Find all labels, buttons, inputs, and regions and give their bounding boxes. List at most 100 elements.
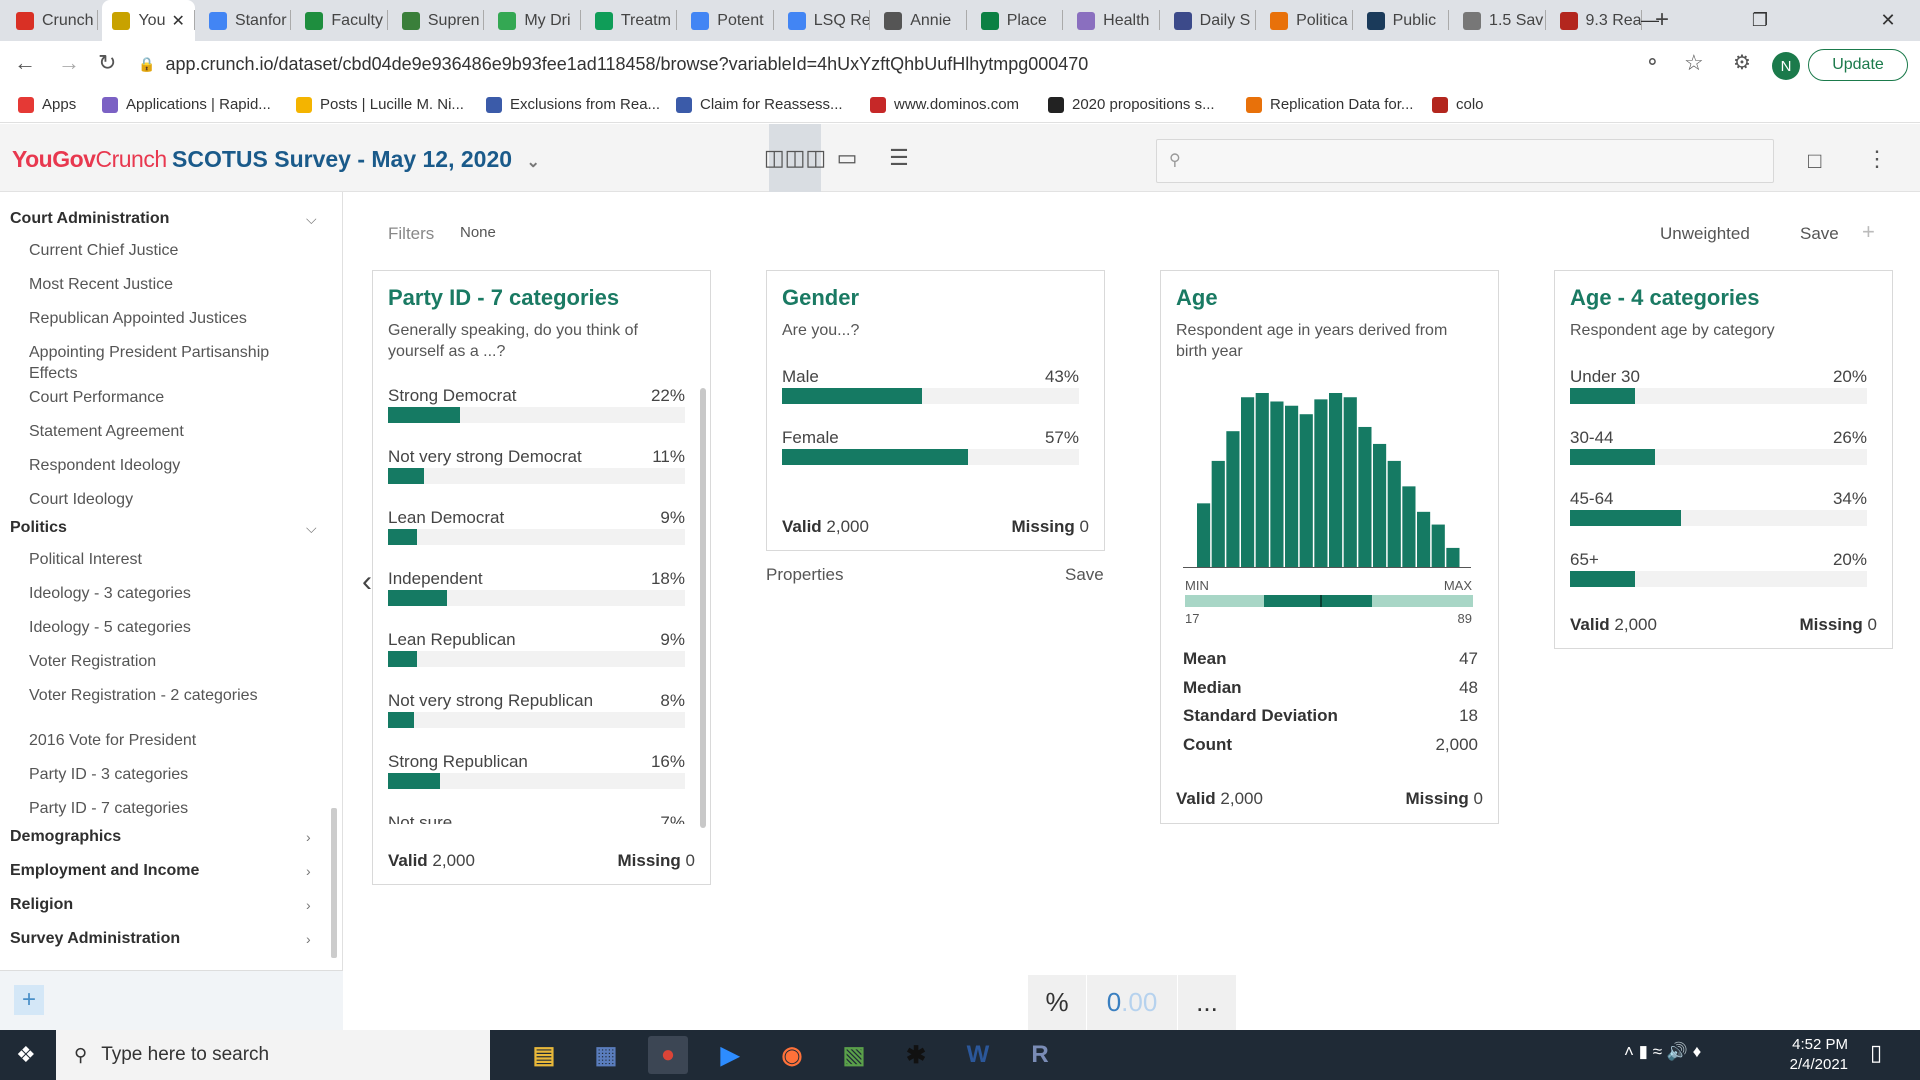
list-view-button[interactable]: ☰ (873, 124, 925, 192)
image-app-icon[interactable]: ▧ (834, 1036, 874, 1074)
filters-label[interactable]: Filters (388, 224, 434, 244)
category-row[interactable]: Female 57% (782, 428, 1079, 468)
single-view-button[interactable]: ▭ (821, 124, 873, 192)
bookmark-item[interactable]: Replication Data for... (1246, 96, 1413, 113)
bookmark-item[interactable]: Posts | Lucille M. Ni... (296, 96, 464, 113)
bookmark-item[interactable]: Apps (18, 96, 76, 113)
sidebar-item[interactable]: Republican Appointed Justices (29, 308, 299, 329)
search-input[interactable]: ⚲ (1156, 139, 1774, 183)
sidebar-item[interactable]: Court Ideology (29, 489, 299, 510)
word-icon[interactable]: W (958, 1036, 998, 1074)
r-app-icon[interactable]: R (1020, 1036, 1060, 1074)
sidebar-item[interactable]: 2016 Vote for President (29, 730, 299, 751)
weight-toggle[interactable]: Unweighted (1660, 224, 1750, 244)
decimals-control[interactable]: 0.00 (1087, 975, 1177, 1030)
chrome-icon[interactable]: ● (648, 1036, 688, 1074)
card-view-button[interactable]: ◫◫◫ (764, 124, 826, 192)
sidebar-group[interactable]: Employment and Income (10, 862, 199, 880)
card-age-4-categories[interactable]: Age - 4 categories Respondent age by cat… (1554, 270, 1893, 649)
bookmark-item[interactable]: www.dominos.com (870, 96, 1019, 113)
bookmark-item[interactable]: Exclusions from Rea... (486, 96, 660, 113)
category-row[interactable]: 30-44 26% (1570, 428, 1867, 468)
percent-toggle[interactable]: % (1028, 975, 1086, 1030)
browser-tab[interactable]: You ✕ (102, 0, 195, 41)
file-explorer-icon[interactable]: ▤ (524, 1036, 564, 1074)
notifications-icon[interactable]: ▯ (1870, 1040, 1882, 1066)
bookmark-item[interactable]: Claim for Reassess... (676, 96, 843, 113)
bookmark-item[interactable]: Applications | Rapid... (102, 96, 271, 113)
sidebar-item[interactable]: Ideology - 5 categories (29, 617, 299, 638)
reload-icon[interactable]: ↻ (98, 50, 116, 76)
card-party-id[interactable]: Party ID - 7 categories Generally speaki… (372, 270, 711, 885)
card-scrollbar[interactable] (700, 388, 706, 828)
sidebar-item[interactable]: Current Chief Justice (29, 240, 299, 261)
card-save-link[interactable]: Save (1065, 565, 1104, 585)
tab-close-icon[interactable]: ✕ (172, 11, 185, 31)
back-icon[interactable]: ← (14, 50, 36, 76)
category-row[interactable]: Not very strong Republican 8% (388, 691, 685, 731)
add-icon[interactable]: + (1862, 219, 1875, 245)
browser-tab[interactable]: Annie (874, 0, 967, 41)
browser-tab[interactable]: Supren (392, 0, 485, 41)
chevron-right-icon[interactable]: › (306, 829, 311, 845)
sidebar-group[interactable]: Religion (10, 896, 73, 914)
chevron-right-icon[interactable]: › (306, 863, 311, 879)
update-button[interactable]: Update (1808, 49, 1908, 81)
card-age[interactable]: Age Respondent age in years derived from… (1160, 270, 1499, 824)
feedback-icon[interactable]: □ (1808, 148, 1821, 174)
restore-icon[interactable]: ❐ (1730, 0, 1790, 41)
address-bar[interactable]: 🔒 app.crunch.io/dataset/cbd04de9e936486e… (138, 47, 1418, 81)
chevron-right-icon[interactable]: › (306, 897, 311, 913)
category-row[interactable]: Under 30 20% (1570, 367, 1867, 407)
browser-tab[interactable]: My Dri (488, 0, 581, 41)
chevron-right-icon[interactable]: › (306, 931, 311, 947)
star-icon[interactable]: ☆ (1684, 50, 1704, 76)
browser-tab[interactable]: Place (971, 0, 1064, 41)
dataset-title[interactable]: SCOTUS Survey - May 12, 2020 ⌄ (172, 146, 540, 173)
category-row[interactable]: Independent 18% (388, 569, 685, 609)
category-row[interactable]: Not very strong Democrat 11% (388, 447, 685, 487)
sidebar-group[interactable]: Survey Administration (10, 930, 180, 948)
taskbar-clock[interactable]: 4:52 PM 2/4/2021 (1790, 1035, 1848, 1075)
category-row[interactable]: Lean Republican 9% (388, 630, 685, 670)
sidebar-item[interactable]: Ideology - 3 categories (29, 583, 299, 604)
profile-avatar[interactable]: N (1772, 52, 1800, 80)
sidebar-scrollbar[interactable] (331, 808, 337, 958)
chevron-down-icon[interactable]: ⌵ (306, 211, 317, 228)
category-row[interactable]: Strong Republican 16% (388, 752, 685, 792)
close-window-icon[interactable]: ✕ (1858, 0, 1918, 41)
key-icon[interactable]: ⚬ (1644, 50, 1661, 75)
more-options-button[interactable]: ... (1178, 975, 1236, 1030)
category-row[interactable]: Lean Democrat 9% (388, 508, 685, 548)
category-row[interactable]: 45-64 34% (1570, 489, 1867, 529)
category-row[interactable]: Strong Democrat 22% (388, 386, 685, 426)
minimize-icon[interactable]: — (1620, 0, 1680, 41)
add-variable-button[interactable]: + (14, 985, 44, 1015)
sidebar-item[interactable]: Party ID - 7 categories (29, 798, 299, 819)
windows-start-icon[interactable]: ❖ (16, 1042, 36, 1068)
browser-tab[interactable]: Public (1357, 0, 1450, 41)
category-row[interactable]: Male 43% (782, 367, 1079, 407)
category-row[interactable]: 65+ 20% (1570, 550, 1867, 590)
browser-tab[interactable]: Crunch (6, 0, 99, 41)
browser-tab[interactable]: LSQ Re (778, 0, 871, 41)
sidebar-item[interactable]: Court Performance (29, 387, 299, 408)
sidebar-item[interactable]: Political Interest (29, 549, 299, 570)
kebab-menu-icon[interactable]: ⋮ (1866, 146, 1888, 172)
sidebar-item[interactable]: Most Recent Justice (29, 274, 299, 295)
calendar-app-icon[interactable]: ▦ (586, 1036, 626, 1074)
browser-tab[interactable]: Politica (1260, 0, 1353, 41)
zoom-icon[interactable]: ▶ (710, 1036, 750, 1074)
sidebar-item[interactable]: Respondent Ideology (29, 455, 299, 476)
browser-tab[interactable]: Health (1067, 0, 1160, 41)
sidebar-item[interactable]: Appointing President Partisanship Effect… (29, 342, 299, 384)
sidebar-group[interactable]: Politics (10, 519, 67, 537)
browser-tab[interactable]: 1.5 Sav (1453, 0, 1546, 41)
sidebar-item[interactable]: Voter Registration - 2 categories (29, 685, 299, 706)
extensions-icon[interactable]: ⚙ (1733, 50, 1751, 75)
sidebar-group[interactable]: Demographics (10, 828, 121, 846)
properties-link[interactable]: Properties (766, 565, 843, 585)
acrobat-icon[interactable]: ✱ (896, 1036, 936, 1074)
chevron-down-icon[interactable]: ⌵ (306, 520, 317, 537)
filters-value[interactable]: None (460, 224, 496, 241)
